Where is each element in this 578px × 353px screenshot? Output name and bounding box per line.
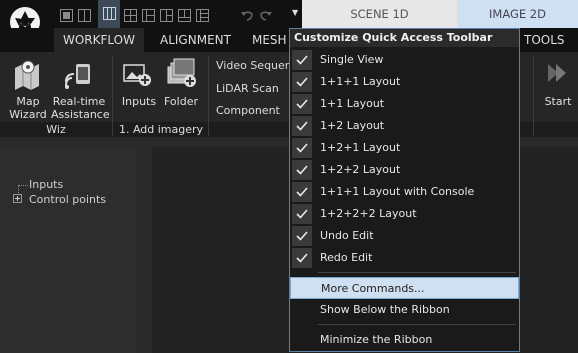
expand-icon[interactable]: [13, 194, 22, 203]
menu-item-layout-console[interactable]: 1+1+1 Layout with Console: [290, 181, 519, 203]
tree-item-control-points[interactable]: Control points: [29, 193, 106, 206]
group-label-add-imagery: 1. Add imagery: [118, 123, 204, 136]
folder-label[interactable]: Folder: [161, 95, 201, 108]
folder-icon[interactable]: [166, 57, 198, 89]
tab-tools[interactable]: TOOLS: [524, 28, 565, 52]
layout-grid-icon[interactable]: [124, 7, 137, 22]
tab-scene-1d[interactable]: SCENE 1D: [302, 0, 457, 28]
check-icon: [292, 94, 312, 114]
check-icon: [292, 72, 312, 92]
menu-separator: [318, 272, 516, 273]
menu-item-layout-1-2-2[interactable]: 1+2+2 Layout: [290, 159, 519, 181]
layout-1-2-icon[interactable]: [160, 7, 173, 22]
map-wizard-icon[interactable]: [13, 58, 43, 90]
tree-item-inputs[interactable]: Inputs: [29, 178, 63, 191]
layout-three-active[interactable]: [98, 0, 120, 28]
tab-alignment[interactable]: ALIGNMENT: [160, 28, 231, 52]
layout-single-icon[interactable]: [60, 7, 73, 22]
menu-item-layout-1-2[interactable]: 1+2 Layout: [290, 115, 519, 137]
menu-item-layout-1-1-1[interactable]: 1+1+1 Layout: [290, 71, 519, 93]
project-tree-panel: [0, 147, 135, 353]
video-sequence-button[interactable]: Video Sequen: [216, 59, 292, 72]
menu-item-layout-1-2-2-2[interactable]: 1+2+2+2 Layout: [290, 203, 519, 225]
menu-item-layout-1-2-1[interactable]: 1+2+1 Layout: [290, 137, 519, 159]
check-icon: [292, 248, 312, 268]
quick-access-dropdown-icon[interactable]: ▼: [292, 8, 298, 17]
start-label[interactable]: Start: [541, 95, 575, 108]
tab-workflow[interactable]: WORKFLOW: [54, 28, 144, 52]
redo-icon[interactable]: [259, 7, 272, 21]
check-icon: [292, 138, 312, 158]
inputs-label[interactable]: Inputs: [119, 95, 159, 108]
menu-item-more-commands[interactable]: More Commands...: [290, 277, 519, 299]
menu-title: Customize Quick Access Toolbar: [290, 29, 519, 47]
group-label-wizard: Wiz: [46, 123, 66, 136]
check-icon: [292, 182, 312, 202]
check-icon: [292, 226, 312, 246]
menu-item-minimize-ribbon[interactable]: Minimize the Ribbon: [290, 329, 519, 351]
menu-item-undo-edit[interactable]: Undo Edit: [290, 225, 519, 247]
check-icon: [292, 116, 312, 136]
check-icon: [292, 50, 312, 70]
realtime-assistance-icon[interactable]: [64, 60, 94, 90]
menu-item-redo-edit[interactable]: Redo Edit: [290, 247, 519, 269]
component-button[interactable]: Component: [216, 104, 280, 117]
realtime-assistance-label[interactable]: Real-time Assistance: [51, 95, 110, 121]
layout-four-icon[interactable]: [196, 7, 209, 22]
layout-1-2-2-icon[interactable]: [142, 7, 155, 22]
lidar-scan-button[interactable]: LiDAR Scan: [216, 82, 279, 95]
layout-two-icon[interactable]: [78, 7, 91, 22]
map-wizard-label[interactable]: Map Wizard: [6, 95, 50, 121]
menu-item-layout-1-1[interactable]: 1+1 Layout: [290, 93, 519, 115]
ribbon-separator: [533, 56, 534, 136]
inputs-icon[interactable]: [123, 61, 153, 89]
menu-item-single-view[interactable]: Single View: [290, 49, 519, 71]
undo-icon[interactable]: [240, 7, 253, 21]
menu-item-show-below-ribbon[interactable]: Show Below the Ribbon: [290, 299, 519, 321]
layout-console-icon[interactable]: [178, 7, 191, 22]
start-icon[interactable]: [546, 61, 568, 85]
tab-image-2d[interactable]: IMAGE 2D: [457, 0, 578, 28]
menu-separator: [318, 324, 516, 325]
check-icon: [292, 204, 312, 224]
check-icon: [292, 160, 312, 180]
